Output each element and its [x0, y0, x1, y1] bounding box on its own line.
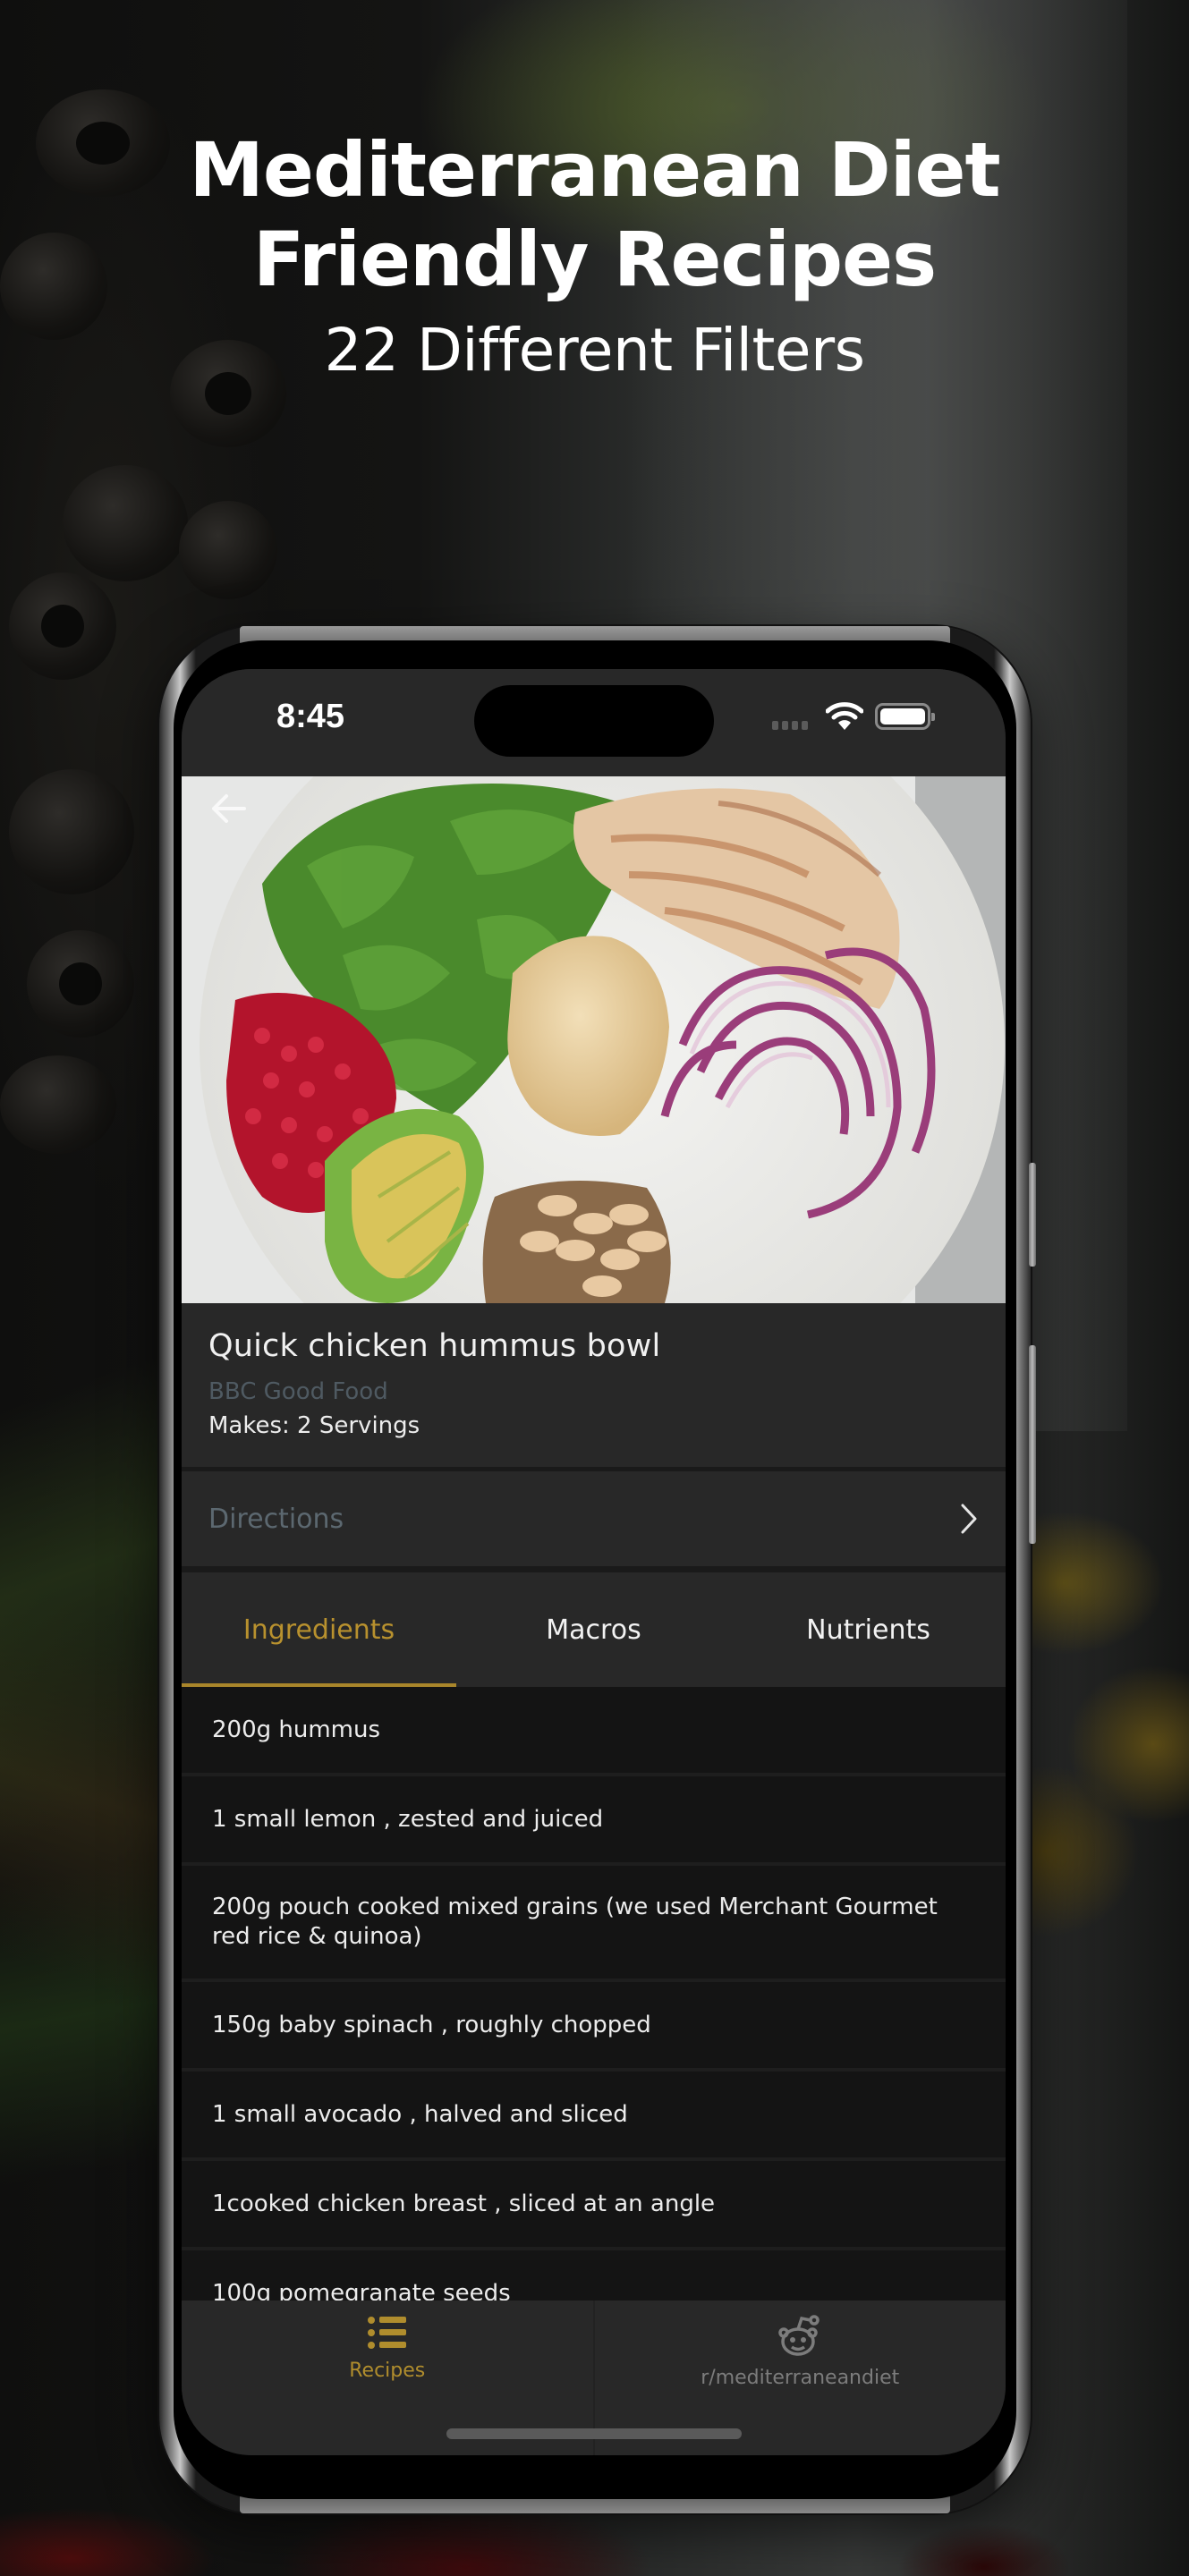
app-screen: 8:45 Quick chicken hummus bowl BBC Good … [182, 669, 1006, 2455]
recipe-servings: Makes: 2 Servings [208, 1412, 420, 1439]
arrow-left-icon [212, 794, 246, 823]
ingredient-item: 1cooked chicken breast , sliced at an an… [182, 2161, 1006, 2250]
subheadline: 22 Different Filters [324, 316, 865, 385]
list-icon [367, 2317, 406, 2349]
directions-label: Directions [208, 1503, 344, 1535]
olive [0, 1055, 116, 1154]
olive [27, 930, 134, 1038]
recipe-title: Quick chicken hummus bowl [208, 1328, 661, 1364]
bottom-navigation: Recipes r/mediterraneandiet [182, 2301, 1006, 2455]
status-time: 8:45 [276, 698, 345, 735]
olive [63, 465, 188, 581]
headline-line-2: Friendly Recipes [252, 216, 937, 303]
ingredient-item: 1 small lemon , zested and juiced [182, 1776, 1006, 1866]
nav-reddit-label: r/mediterraneandiet [701, 2367, 900, 2389]
ingredients-list[interactable]: 200g hummus 1 small lemon , zested and j… [182, 1687, 1006, 2301]
home-indicator[interactable] [446, 2428, 742, 2439]
wifi-icon [826, 702, 863, 730]
promo-headline: Mediterranean Diet Friendly Recipes 22 D… [0, 125, 1189, 388]
reddit-icon [778, 2315, 820, 2356]
tab-ingredients[interactable]: Ingredients [182, 1572, 456, 1687]
bowl-illustration [182, 776, 1006, 1303]
dynamic-island [474, 685, 714, 757]
phone-side-button [1029, 1163, 1036, 1267]
ingredient-item: 150g baby spinach , roughly chopped [182, 1982, 1006, 2072]
recipe-tabs: Ingredients Macros Nutrients [182, 1572, 1006, 1687]
back-button[interactable] [208, 792, 262, 846]
ingredient-item: 200g hummus [182, 1687, 1006, 1776]
tab-nutrients[interactable]: Nutrients [731, 1572, 1006, 1687]
olive [9, 572, 116, 680]
directions-row[interactable]: Directions [182, 1471, 1006, 1566]
phone-side-button [1029, 1345, 1036, 1544]
ingredient-item: 1 small avocado , halved and sliced [182, 2072, 1006, 2161]
olive [179, 501, 277, 599]
ingredient-item: 100g pomegranate seeds [182, 2250, 1006, 2301]
recipe-photo [182, 776, 1006, 1303]
headline-line-1: Mediterranean Diet [189, 126, 1000, 214]
recipe-source[interactable]: BBC Good Food [208, 1378, 979, 1405]
chevron-right-icon [961, 1504, 977, 1534]
phone-frame: 8:45 Quick chicken hummus bowl BBC Good … [159, 626, 1036, 2513]
ingredient-item: 200g pouch cooked mixed grains (we used … [182, 1866, 1006, 1982]
nav-recipes-label: Recipes [349, 2360, 426, 2382]
status-bar: 8:45 [182, 669, 1006, 776]
cellular-signal-icon [772, 721, 808, 730]
battery-icon [875, 703, 935, 730]
recipe-info: Quick chicken hummus bowl BBC Good Food … [182, 1303, 1006, 1467]
divider [182, 1566, 1006, 1572]
olive [9, 769, 134, 894]
tab-macros[interactable]: Macros [456, 1572, 731, 1687]
